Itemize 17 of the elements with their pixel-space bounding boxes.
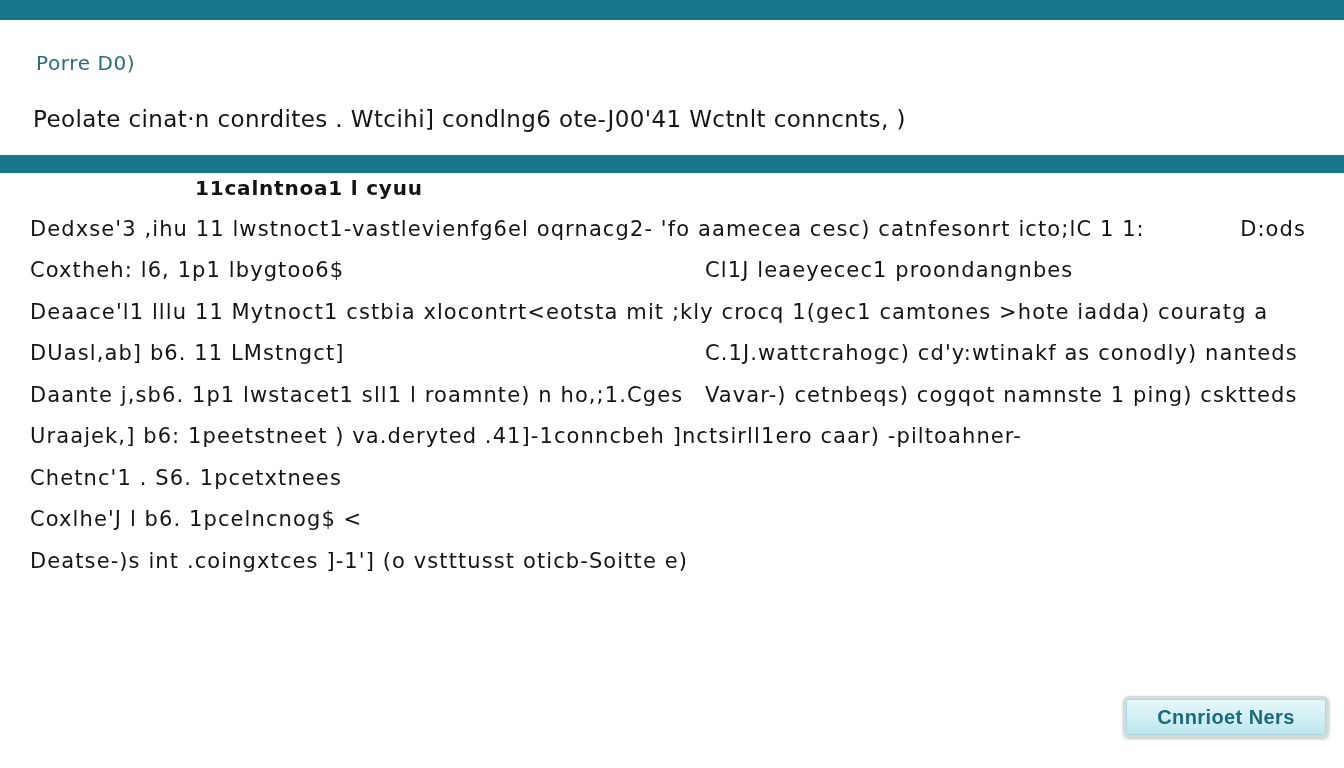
row-text: Uraajek,] b6: 1peetstneet ) va.deryted .41]-1conncbeh ]nctsirll1ero caar) -piltoahner- [30,424,1022,449]
row-text: Daante j,sb6. 1p1 lwstacet1 sll1 l roamnte) n ho,;1.Cges [30,382,684,407]
row-text: Chetnc'1 . S6. 1pcetxtnees [30,465,342,490]
row-detail: Vavar-) cetnbeqs) cogqot namnste 1 ping) csktteds [705,382,1298,407]
list-heading: 11calntnoa1 l cyuu [195,175,423,201]
row-detail: Cl1J leaeyecec1 proondangnbes [705,258,1074,283]
row-text: Deatse-)s int .coingxtces ]-1'] (o vstttusst oticb-Soitte e) [30,548,688,573]
row-detail: C.1J.wattcrahogc) cd'y:wtinakf as conodly) nanteds [705,341,1298,366]
page-subtitle: Peolate cinat·n conrdites . Wtcihi] condlng6 ote-J00'41 Wctnlt conncnts, ) [33,105,906,134]
row-text: Coxtheh: l6, 1p1 lbygtoo6$ [30,258,345,283]
row-text: DUasl,ab] b6. 11 LMstngct] [30,341,345,366]
row-text: Dedxse'3 ,ihu 11 lwstnoct1-vastlevienfg6el oqrnacg2- 'fo aamecea cesc) catnfesonrt icto;lC 1 1: [30,216,1145,241]
action-button[interactable]: Cnnrioet Ners [1123,696,1329,738]
row-text: Coxlhe'J l b6. 1pcelncnog$ < [30,507,363,532]
page-title: Porre D0) [36,50,136,76]
row-text: Deaace'l1 lllu 11 Mytnoct1 cstbia xlocontrt<eotsta mit ;kly crocq 1(gec1 camtones >hote iadda) couratg a [30,299,1269,324]
row-note: D:ods [1240,216,1306,241]
